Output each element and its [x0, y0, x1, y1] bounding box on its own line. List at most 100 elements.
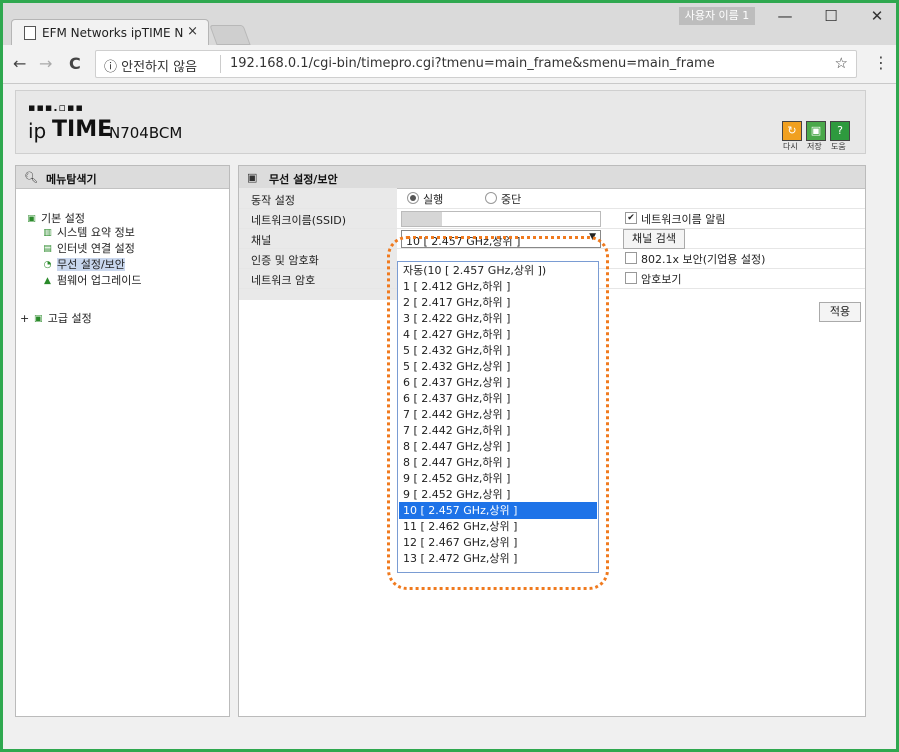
browser-tab[interactable]: EFM Networks ipTIME N ×	[11, 19, 209, 46]
tree-group-label: 고급 설정	[47, 312, 92, 325]
enterprise-checkbox[interactable]	[625, 252, 637, 264]
tree-item-firmware[interactable]: ▲ 펌웨어 업그레이드	[42, 272, 141, 288]
row-ssid: 네트워크이름(SSID) ✔ 네트워크이름 알림	[239, 208, 865, 229]
tree-item-internet[interactable]: ▤ 인터넷 연결 설정	[42, 240, 135, 256]
channel-select[interactable]: 10 [ 2.457 GHz,상위 ] ▼	[401, 230, 601, 248]
channel-option[interactable]: 2 [ 2.417 GHz,하위 ]	[399, 294, 597, 311]
forward-button[interactable]: →	[39, 54, 52, 73]
refresh-icon[interactable]: ↻	[782, 121, 802, 141]
folder-open-icon: ▣	[27, 213, 36, 224]
channel-option[interactable]: 9 [ 2.452 GHz,상위 ]	[399, 486, 597, 503]
tab-close-icon[interactable]: ×	[187, 24, 198, 39]
radio-run-label: 실행	[423, 193, 444, 206]
browser-menu-icon[interactable]: ⋮	[873, 53, 889, 72]
maximize-button[interactable]: ☐	[821, 7, 841, 25]
channel-option[interactable]: 8 [ 2.447 GHz,하위 ]	[399, 454, 597, 471]
sidebar-header: 🔍︎ 메뉴탐색기	[16, 166, 229, 189]
tree-item-system-summary[interactable]: ▥ 시스템 요약 정보	[42, 224, 135, 240]
tab-title: EFM Networks ipTIME N	[42, 26, 184, 40]
logo-ip: ip	[28, 119, 47, 143]
radio-stop-label: 중단	[501, 193, 522, 206]
channel-option[interactable]: 7 [ 2.442 GHz,하위 ]	[399, 422, 597, 439]
logo-dots: ▪▪▪.▫▪▪	[28, 101, 84, 114]
address-bar[interactable]: ⓘ 안전하지 않음 192.168.0.1/cgi-bin/timepro.cg…	[95, 50, 857, 78]
security-indicator[interactable]: ⓘ 안전하지 않음	[104, 56, 197, 75]
show-password-label: 암호보기	[641, 273, 682, 286]
help-label: 도움	[831, 142, 846, 151]
channel-option[interactable]: 8 [ 2.447 GHz,상위 ]	[399, 438, 597, 455]
ssid-broadcast-checkbox[interactable]: ✔	[625, 212, 637, 224]
router-header: ▪▪▪.▫▪▪ ip TIME N704BCM ↻ ▣ ? 다시 저장 도움	[15, 90, 866, 154]
save-icon[interactable]: ▣	[806, 121, 826, 141]
channel-option[interactable]: 3 [ 2.422 GHz,하위 ]	[399, 310, 597, 327]
channel-value: 10 [ 2.457 GHz,상위 ]	[406, 235, 521, 248]
monitor-icon: ▤	[43, 243, 52, 254]
row-label: 네트워크 암호	[251, 274, 316, 287]
tree-item-wireless[interactable]: ◔ 무선 설정/보안	[42, 256, 125, 272]
tree-group-advanced[interactable]: + ▣ 고급 설정	[20, 310, 92, 326]
settings-header: ▣ 무선 설정/보안	[239, 166, 865, 189]
channel-option[interactable]: 1 [ 2.412 GHz,하위 ]	[399, 278, 597, 295]
divider	[220, 55, 221, 73]
back-button[interactable]: ←	[13, 54, 26, 73]
tree-item-label: 시스템 요약 정보	[57, 226, 135, 239]
sidebar-title: 메뉴탐색기	[46, 173, 97, 186]
channel-option[interactable]: 12 [ 2.467 GHz,상위 ]	[399, 534, 597, 551]
enterprise-label: 802.1x 보안(기업용 설정)	[641, 253, 766, 266]
folder-icon: ▣	[33, 313, 43, 324]
tree-item-label: 무선 설정/보안	[57, 258, 125, 271]
channel-option[interactable]: 13 [ 2.472 GHz,상위 ]	[399, 550, 597, 567]
channel-option[interactable]: 5 [ 2.432 GHz,하위 ]	[399, 342, 597, 359]
upgrade-icon: ▲	[44, 275, 51, 286]
tree-item-label: 인터넷 연결 설정	[57, 242, 135, 255]
channel-option[interactable]: 4 [ 2.427 GHz,하위 ]	[399, 326, 597, 343]
menu-explorer: 🔍︎ 메뉴탐색기 ▣ 기본 설정 ▥ 시스템 요약 정보 ▤ 인터넷 연결 설정 ◔ 무…	[15, 165, 230, 717]
dropdown-arrow-icon: ▼	[589, 232, 596, 242]
reload-button[interactable]: C	[69, 54, 81, 73]
ssid-input[interactable]	[401, 211, 601, 227]
model-name: N704BCM	[109, 124, 183, 142]
address-toolbar: ← → C ⓘ 안전하지 않음 192.168.0.1/cgi-bin/time…	[3, 45, 896, 84]
show-password-checkbox[interactable]	[625, 272, 637, 284]
close-window-button[interactable]: ✕	[867, 7, 887, 25]
row-label: 네트워크이름(SSID)	[251, 214, 346, 227]
save-label: 저장	[807, 142, 822, 151]
new-tab-button[interactable]	[209, 25, 251, 45]
channel-scan-button[interactable]: 채널 검색	[623, 229, 685, 249]
page-icon	[24, 26, 36, 40]
search-icon: 🔍︎	[24, 171, 38, 184]
channel-option[interactable]: 6 [ 2.437 GHz,하위 ]	[399, 390, 597, 407]
row-label: 채널	[251, 234, 272, 247]
channel-option[interactable]: 11 [ 2.462 GHz,상위 ]	[399, 518, 597, 535]
ssid-broadcast-label: 네트워크이름 알림	[641, 213, 726, 226]
url-text[interactable]: 192.168.0.1/cgi-bin/timepro.cgi?tmenu=ma…	[230, 56, 715, 71]
apply-button[interactable]: 적용	[819, 302, 861, 322]
channel-option[interactable]: 5 [ 2.432 GHz,상위 ]	[399, 358, 597, 375]
tree-item-label: 펌웨어 업그레이드	[57, 274, 142, 287]
channel-option[interactable]: 6 [ 2.437 GHz,상위 ]	[399, 374, 597, 391]
ssid-redacted	[402, 212, 442, 226]
expand-plus-icon[interactable]: +	[20, 312, 29, 325]
help-icon[interactable]: ?	[830, 121, 850, 141]
profile-button[interactable]: 사용자 이름 1	[679, 7, 755, 25]
radio-stop[interactable]	[485, 192, 497, 204]
channel-option[interactable]: 9 [ 2.452 GHz,하위 ]	[399, 470, 597, 487]
radio-run[interactable]	[407, 192, 419, 204]
bookmark-star-icon[interactable]: ☆	[835, 54, 848, 72]
window-icon: ▣	[247, 171, 258, 184]
channel-option-selected[interactable]: 10 [ 2.457 GHz,상위 ]	[399, 502, 597, 519]
channel-option[interactable]: 자동(10 [ 2.457 GHz,상위 ])	[399, 262, 597, 279]
wireless-icon: ◔	[43, 259, 52, 270]
row-label: 동작 설정	[251, 194, 295, 207]
title-bar: EFM Networks ipTIME N × 사용자 이름 1 — ☐ ✕	[3, 3, 896, 46]
chart-icon: ▥	[43, 227, 52, 238]
channel-dropdown-list: 자동(10 [ 2.457 GHz,상위 ]) 1 [ 2.412 GHz,하위…	[397, 261, 599, 573]
minimize-button[interactable]: —	[775, 7, 795, 25]
refresh-label: 다시	[783, 142, 798, 151]
row-operation: 동작 설정 실행 중단	[239, 188, 865, 209]
channel-option[interactable]: 7 [ 2.442 GHz,상위 ]	[399, 406, 597, 423]
row-channel: 채널 10 [ 2.457 GHz,상위 ] ▼ 채널 검색	[239, 228, 865, 249]
logo-time: TIME	[52, 117, 113, 142]
page-title: 무선 설정/보안	[269, 173, 338, 186]
row-label: 인증 및 암호화	[251, 254, 319, 267]
